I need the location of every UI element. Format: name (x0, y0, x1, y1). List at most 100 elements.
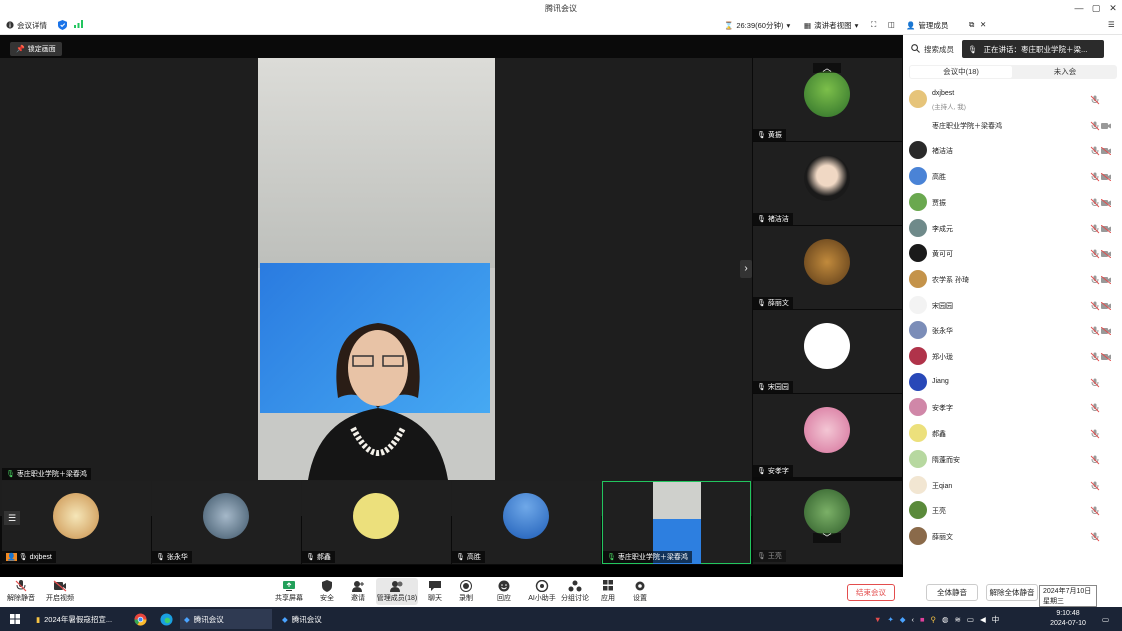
camera-icon[interactable] (1101, 327, 1111, 336)
close-icon[interactable]: ✕ (1106, 1, 1120, 15)
member-row[interactable]: 农学系 孙琦 (909, 267, 1117, 292)
main-video[interactable]: 🎙 枣庄职业学院＋梁春鸿 (0, 58, 752, 516)
member-row[interactable]: 安孝字 (909, 395, 1117, 420)
panel-close-icon[interactable]: ✕ (980, 20, 986, 29)
video-tile[interactable]: 🎙 高胜 (452, 481, 601, 564)
chevron-right-icon[interactable]: › (740, 260, 752, 278)
video-tile[interactable]: 👤 🎙 dxjbest (2, 481, 151, 564)
taskbar-app-tencent-meeting[interactable]: ◆ 腾讯会议 (180, 609, 272, 629)
chevron-up-icon[interactable]: ︿ (813, 63, 841, 73)
end-meeting-button[interactable]: 结束会议 (847, 584, 895, 601)
video-tile[interactable]: 🎙 宋园园 (753, 310, 902, 393)
mic-muted-icon[interactable] (1090, 224, 1100, 234)
member-row[interactable]: 宋园园 (909, 293, 1117, 318)
mic-muted-icon[interactable] (1090, 481, 1100, 491)
camera-icon[interactable] (1101, 250, 1111, 259)
taskbar-app-folder[interactable]: ▮ 2024年暑假寇招宣... (32, 609, 122, 629)
video-tile-active[interactable]: 🎙 枣庄职业学院＋梁春鸿 (602, 481, 751, 564)
member-row[interactable]: dxjbest (主持人, 我) (909, 87, 1117, 112)
mic-muted-icon[interactable] (1090, 403, 1100, 413)
list-icon[interactable]: ☰ (4, 511, 20, 525)
meeting-details-button[interactable]: 会议详情 (6, 20, 47, 31)
mic-muted-icon[interactable] (1090, 532, 1100, 542)
mic-muted-icon[interactable] (1090, 198, 1100, 208)
mic-muted-icon[interactable] (1090, 146, 1100, 156)
member-row[interactable]: 张永华 (909, 318, 1117, 343)
member-row[interactable]: 黄可可 (909, 241, 1117, 266)
video-tile[interactable]: 🎙 郝鑫 (302, 481, 451, 564)
mic-muted-icon[interactable] (1090, 95, 1100, 105)
member-row[interactable]: Jiang (909, 370, 1117, 395)
member-row[interactable]: 李成元 (909, 216, 1117, 241)
taskbar-app-tencent-meeting-2[interactable]: ◆ 腾讯会议 (278, 609, 370, 629)
share-screen-button[interactable]: 共享屏幕 (271, 580, 307, 603)
fullscreen-icon[interactable]: ⛶ (871, 20, 876, 30)
camera-icon[interactable] (1101, 173, 1111, 182)
manage-members-button[interactable]: 管理成员(18) (376, 578, 418, 605)
video-tile[interactable]: 🎙 安孝字 (753, 394, 902, 477)
member-row[interactable]: 枣庄职业学院＋梁春鸿 (909, 113, 1117, 138)
menu-icon[interactable]: ☰ (1108, 20, 1115, 29)
edge-icon[interactable] (156, 609, 177, 629)
start-icon[interactable] (6, 609, 24, 629)
camera-icon[interactable] (1101, 275, 1111, 284)
mic-muted-icon[interactable] (1090, 326, 1100, 336)
mic-muted-icon[interactable] (1090, 429, 1100, 439)
mic-muted-icon[interactable] (1090, 352, 1100, 362)
member-row[interactable]: 王亮 (909, 498, 1117, 523)
mic-muted-icon[interactable] (1090, 275, 1100, 285)
unmute-all-button[interactable]: 解除全体静音 (986, 584, 1038, 601)
mic-muted-icon[interactable] (1090, 455, 1100, 465)
chevron-down-icon[interactable]: ﹀ (813, 533, 841, 543)
timer[interactable]: ⌛ 26:39(60分钟) ▾ (724, 20, 790, 31)
chrome-icon[interactable] (130, 609, 151, 629)
ai-assistant-button[interactable]: AI小助手 (524, 580, 560, 603)
member-row[interactable]: 隋蓬而安 (909, 447, 1117, 472)
tab-in-meeting[interactable]: 会议中(18) (910, 66, 1012, 78)
member-row[interactable]: 王qian (909, 473, 1117, 498)
mic-muted-icon[interactable] (1090, 301, 1100, 311)
invite-button[interactable]: 邀请 (340, 580, 376, 603)
member-row[interactable]: 高胜 (909, 164, 1117, 189)
video-tile[interactable]: 🎙 王亮 (753, 481, 902, 564)
apps-button[interactable]: 应用 (590, 580, 626, 603)
video-tile[interactable]: 🎙 张永华 (152, 481, 301, 564)
minimize-icon[interactable]: — (1072, 1, 1086, 15)
camera-icon[interactable] (1101, 198, 1111, 207)
member-row[interactable]: 郝鑫 (909, 421, 1117, 446)
camera-icon[interactable] (1101, 147, 1111, 156)
member-row[interactable]: 褚洁洁 (909, 138, 1117, 163)
popout-icon[interactable]: ⧉ (969, 20, 974, 30)
breakout-button[interactable]: 分组讨论 (557, 580, 593, 603)
sidebar-toggle-icon[interactable]: ◫ (888, 20, 895, 29)
mic-muted-icon[interactable] (1090, 378, 1100, 388)
taskbar-clock[interactable]: 9:10:48 2024-07-10 (1048, 609, 1088, 629)
video-tile[interactable]: 🎙 褚洁洁 (753, 142, 902, 225)
video-tile[interactable]: 🎙 薛丽文 (753, 226, 902, 309)
start-video-button[interactable]: 开启视频 (42, 580, 78, 603)
pin-view-button[interactable]: 📌 锁定画面 (10, 42, 62, 56)
notification-icon[interactable]: ▭ (1098, 609, 1113, 629)
record-button[interactable]: 录制 (448, 580, 484, 603)
mic-muted-icon[interactable] (1090, 506, 1100, 516)
mic-muted-icon[interactable] (1090, 172, 1100, 182)
camera-icon[interactable] (1101, 224, 1111, 233)
camera-icon[interactable] (1101, 122, 1111, 130)
mic-muted-icon[interactable] (1090, 249, 1100, 259)
camera-icon[interactable] (1101, 301, 1111, 310)
manage-members-topbar[interactable]: 👤 管理成员 (906, 20, 948, 31)
reactions-button[interactable]: 回应 (486, 580, 522, 603)
mic-muted-icon[interactable] (1090, 121, 1100, 131)
signal-icon[interactable] (74, 20, 83, 28)
member-row[interactable]: 郑小珑 (909, 344, 1117, 369)
unmute-button[interactable]: 解除静音 (3, 580, 39, 603)
system-tray[interactable]: ▼ ✦ ◆ ‹ ■ ⚲ ◍ ≋ ▭ ◀ 中 (870, 609, 1003, 629)
view-mode-button[interactable]: ▦ 演讲者视图 ▾ (804, 20, 858, 31)
shield-icon[interactable] (58, 20, 67, 30)
camera-icon[interactable] (1101, 353, 1111, 361)
tab-not-joined[interactable]: 未入会 (1014, 66, 1116, 78)
settings-button[interactable]: 设置 (622, 580, 658, 603)
member-row[interactable]: 贾振 (909, 190, 1117, 215)
mute-all-button[interactable]: 全体静音 (926, 584, 978, 601)
member-row[interactable]: 薛丽文 (909, 524, 1117, 549)
